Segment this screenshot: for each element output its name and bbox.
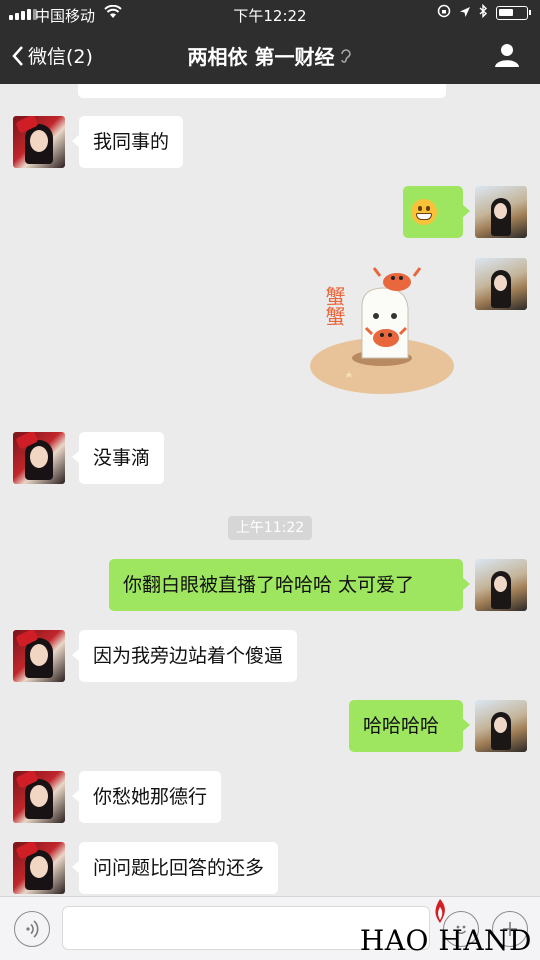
earpiece-mode-icon xyxy=(340,49,352,68)
person-icon xyxy=(495,44,519,67)
grinning-face-emoji-icon xyxy=(411,199,437,225)
message-bubble-received[interactable]: 因为我旁边站着个傻逼 xyxy=(71,630,298,682)
message-bubble-partial xyxy=(78,84,446,98)
contact-avatar[interactable] xyxy=(13,630,65,682)
contact-avatar[interactable] xyxy=(13,842,65,894)
contact-avatar[interactable] xyxy=(13,116,65,168)
voice-button[interactable] xyxy=(14,911,50,947)
my-avatar[interactable] xyxy=(475,700,527,752)
watermark: HAO HAND xyxy=(359,899,532,957)
chat-title: 两相依 第一财经 xyxy=(0,41,540,70)
orientation-lock-icon xyxy=(437,4,451,22)
battery-icon xyxy=(496,6,531,20)
message-bubble-sent[interactable]: 你翻白眼被直播了哈哈哈 太可爱了 xyxy=(109,559,470,611)
contact-avatar[interactable] xyxy=(13,771,65,823)
sticker-text: 蟹蟹 xyxy=(322,286,346,326)
message-bubble-received[interactable]: 问问题比回答的还多 xyxy=(71,842,279,894)
chat-title-text: 两相依 第一财经 xyxy=(187,45,335,69)
voice-wave-icon xyxy=(26,920,39,938)
chat-area[interactable]: 我同事的 蟹蟹 没事滴 上午11:22 你翻白眼被直播了哈哈哈 太可爱了 因为我… xyxy=(0,84,540,896)
input-bar: HAO HAND xyxy=(0,896,540,960)
message-bubble-sent[interactable]: 哈哈哈哈 xyxy=(349,700,470,752)
bluetooth-icon xyxy=(479,3,488,22)
watermark-text: HAO HAND xyxy=(359,924,532,957)
location-icon xyxy=(459,4,471,22)
contact-avatar[interactable] xyxy=(13,432,65,484)
message-bubble-received[interactable]: 我同事的 xyxy=(71,116,184,168)
my-avatar[interactable] xyxy=(475,559,527,611)
flame-logo-icon xyxy=(435,899,445,923)
message-bubble-sent[interactable] xyxy=(403,186,470,238)
crab-sticker[interactable]: 蟹蟹 xyxy=(304,258,464,408)
my-avatar[interactable] xyxy=(475,258,527,310)
chat-info-button[interactable] xyxy=(494,42,520,72)
message-timestamp: 上午11:22 xyxy=(228,516,312,540)
my-avatar[interactable] xyxy=(475,186,527,238)
message-bubble-received[interactable]: 没事滴 xyxy=(71,432,165,484)
status-bar: 中国移动 下午12:22 xyxy=(0,0,540,28)
nav-bar: 微信(2) 两相依 第一财经 xyxy=(0,28,540,84)
message-bubble-received[interactable]: 你愁她那德行 xyxy=(71,771,222,823)
